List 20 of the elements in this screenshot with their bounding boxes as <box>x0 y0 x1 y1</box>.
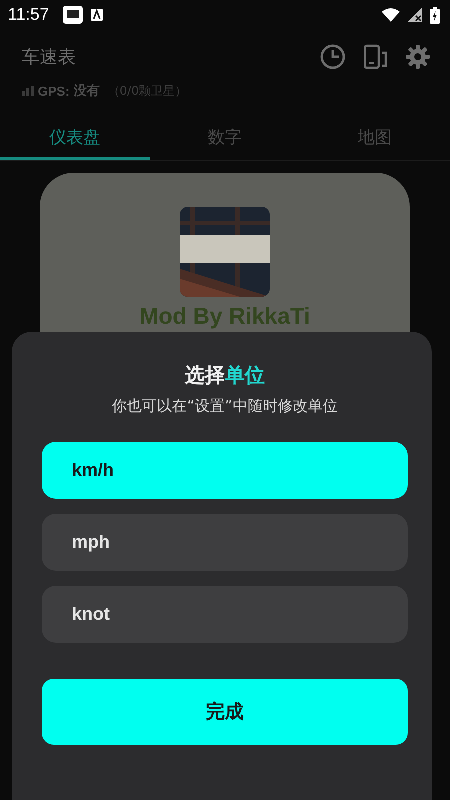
app-badge-icon <box>63 6 84 24</box>
signal-bars-icon <box>22 86 34 96</box>
tab[interactable]: 仪表盘 <box>0 120 150 160</box>
keyboard-icon <box>91 9 104 21</box>
unit-option[interactable]: km/h <box>42 442 408 499</box>
app-title: 车速表 <box>22 46 76 69</box>
status-time: 11:57 <box>8 5 50 25</box>
unit-option[interactable]: knot <box>42 586 408 643</box>
battery-charging-icon <box>430 6 440 24</box>
gps-status: 没有 <box>74 83 100 100</box>
gps-label: GPS: <box>38 84 70 98</box>
dialog-subtitle: 你也可以在“设置”中随时修改单位 <box>112 397 338 416</box>
rotate-screen-icon[interactable] <box>364 44 388 70</box>
done-button[interactable]: 完成 <box>42 679 408 745</box>
wifi-icon <box>382 8 400 22</box>
unit-option[interactable]: mph <box>42 514 408 571</box>
dialog-title: 选择单位 <box>185 362 265 389</box>
history-icon[interactable] <box>320 44 346 70</box>
signal-icon <box>408 8 422 22</box>
mod-caption: Mod By RikkaTi <box>140 303 310 330</box>
